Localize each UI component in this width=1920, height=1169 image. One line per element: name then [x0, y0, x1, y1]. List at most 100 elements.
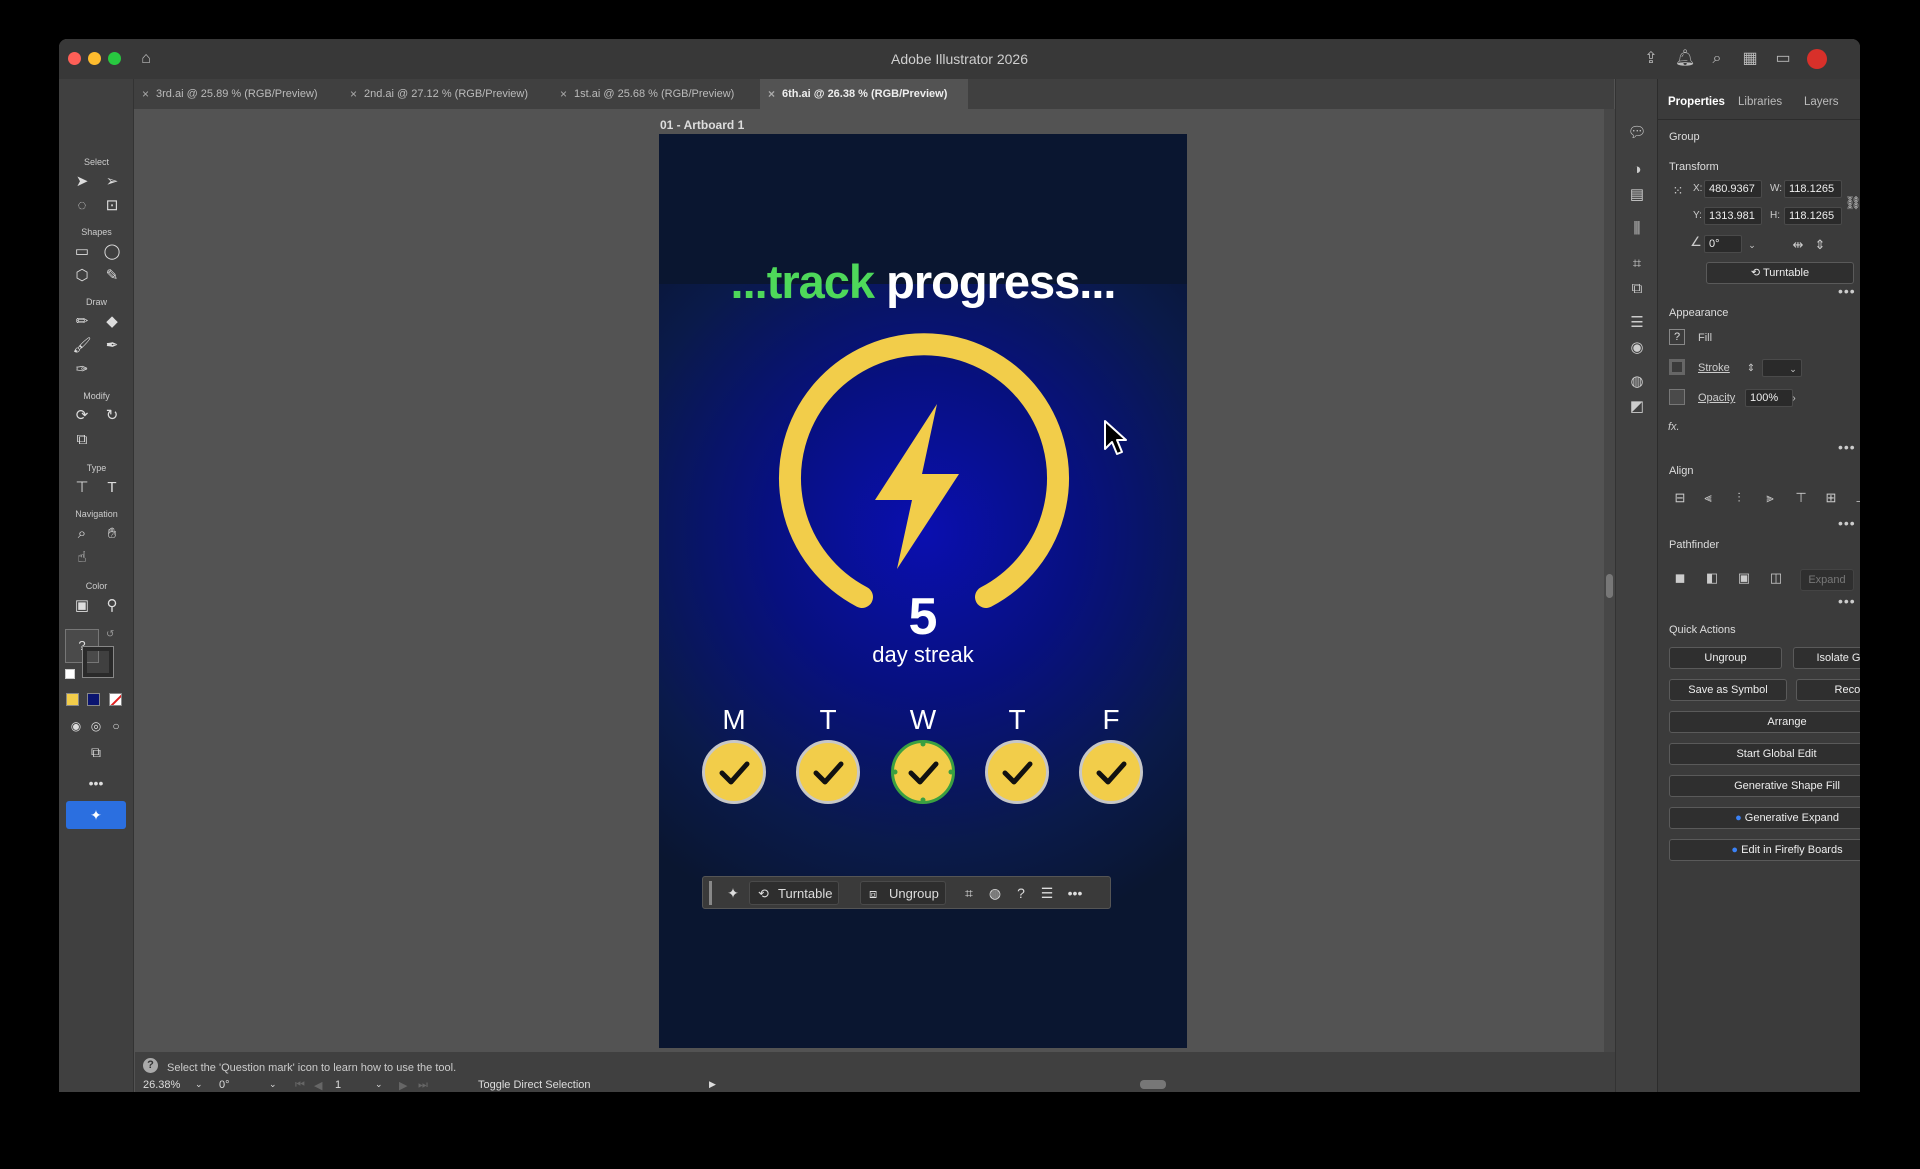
turntable-button[interactable]: ⟲ Turntable	[749, 881, 840, 905]
rotation-value[interactable]: 0°	[219, 1079, 230, 1091]
menu-icon[interactable]: ☰	[1035, 881, 1059, 905]
paintbrush-tool-icon[interactable]: 🖌︎	[71, 335, 93, 357]
ungroup-button[interactable]: ⧈ Ungroup	[860, 881, 946, 905]
drag-handle[interactable]	[709, 881, 712, 905]
start-global-edit-button[interactable]: Start Global Edit	[1669, 743, 1860, 765]
stroke-color-swatch[interactable]	[1669, 359, 1685, 375]
turntable-panel-button[interactable]: ⟲ Turntable	[1706, 262, 1854, 284]
artboard-tool-icon[interactable]: ⊡	[101, 195, 123, 217]
unite-icon[interactable]: ◼	[1670, 568, 1690, 588]
image-trace-icon[interactable]: ◩	[1625, 395, 1649, 419]
generative-ai-icon[interactable]: ✦	[721, 881, 745, 905]
align-to-icon[interactable]: ⊟	[1670, 488, 1690, 508]
pathfinder-panel-icon[interactable]: ⧉	[1625, 277, 1649, 301]
draw-normal-icon[interactable]: ◉	[65, 715, 87, 737]
fill-color-swatch[interactable]: ?	[1669, 329, 1685, 345]
expand-button[interactable]: Expand	[1800, 569, 1854, 591]
last-artboard-icon[interactable]: ⏭	[418, 1079, 428, 1092]
graphic-styles-icon[interactable]: ◍	[1625, 370, 1649, 394]
align-top-icon[interactable]: ⊤	[1791, 488, 1811, 508]
h-scroll-thumb[interactable]	[1140, 1080, 1166, 1089]
arrange-button[interactable]: Arrange	[1669, 711, 1860, 733]
appearance-more-icon[interactable]: •••	[1838, 439, 1856, 455]
align-more-icon[interactable]: •••	[1838, 515, 1856, 531]
tab-properties[interactable]: Properties	[1668, 96, 1725, 108]
stroke-stepper-icon[interactable]: ⇕	[1741, 359, 1761, 379]
tab-layers[interactable]: Layers	[1804, 96, 1839, 108]
rotate-tool-icon[interactable]: ↻	[101, 405, 123, 427]
ungroup-panel-button[interactable]: Ungroup	[1669, 647, 1782, 669]
share-icon[interactable]: ⇪	[1639, 47, 1663, 71]
close-tab-icon[interactable]: ×	[768, 79, 775, 109]
scroll-thumb[interactable]	[1606, 574, 1613, 598]
comments-icon[interactable]: 💬︎	[1625, 121, 1649, 145]
align-center-icon[interactable]: ⫶	[1729, 488, 1749, 508]
gradient-mode-swatch[interactable]	[87, 693, 100, 706]
selection-tool-icon[interactable]: ➤	[71, 171, 93, 193]
x-field[interactable]: 480.9367	[1704, 180, 1762, 198]
align-panel-icon[interactable]: ⫼	[1625, 217, 1649, 241]
next-artboard-icon[interactable]: ▶	[399, 1079, 407, 1092]
ellipse-tool-icon[interactable]: ◯	[101, 241, 123, 263]
status-menu-icon[interactable]: ▶	[709, 1079, 716, 1090]
artboard[interactable]: ...track progress... 5 day streak M T W …	[659, 134, 1187, 1048]
align-bottom-icon[interactable]: ⊥	[1851, 488, 1860, 508]
draw-inside-icon[interactable]: ○	[105, 715, 127, 737]
stroke-dropdown-icon[interactable]: ⌄	[1783, 359, 1803, 379]
more-options-icon[interactable]: •••	[1063, 881, 1087, 905]
artboard-dropdown-icon[interactable]: ⌄	[375, 1079, 383, 1090]
notifications-icon[interactable]: 🔔︎	[1673, 47, 1697, 71]
exclude-icon[interactable]: ◫	[1766, 568, 1786, 588]
check-circle-wed-selected[interactable]	[891, 740, 955, 804]
tab-1st[interactable]: × 1st.ai @ 25.68 % (RGB/Preview)	[552, 79, 758, 109]
prev-artboard-icon[interactable]: ◀	[314, 1079, 322, 1092]
width-field[interactable]: 118.1265	[1784, 180, 1842, 198]
workspace-icon[interactable]: ▦	[1738, 47, 1762, 71]
height-field[interactable]: 118.1265	[1784, 207, 1842, 225]
angle-field[interactable]: 0°	[1704, 235, 1742, 253]
check-circle-thu[interactable]	[985, 740, 1049, 804]
polygon-tool-icon[interactable]: ⬡	[71, 265, 93, 287]
zoom-dropdown-icon[interactable]: ⌄	[195, 1079, 203, 1090]
zoom-tool-icon[interactable]: ⌕	[71, 523, 93, 545]
edit-toolbar-icon[interactable]: •••	[85, 772, 107, 794]
opacity-label[interactable]: Opacity	[1698, 392, 1735, 404]
search-icon[interactable]: ⌕	[1705, 47, 1729, 71]
recolor-icon[interactable]: ◍	[983, 881, 1007, 905]
generative-expand-button[interactable]: ● Generative Expand	[1669, 807, 1860, 829]
pencil-tool-icon[interactable]: ✏	[71, 311, 93, 333]
reference-point-icon[interactable]: ⁙	[1668, 181, 1688, 201]
help-button[interactable]: ?	[1009, 881, 1033, 905]
shape-builder-tool-icon[interactable]: ⧉	[71, 429, 93, 451]
none-mode-swatch[interactable]	[109, 693, 122, 706]
pathfinder-more-icon[interactable]: •••	[1838, 593, 1856, 609]
appearance-panel-icon[interactable]: ◉	[1625, 336, 1649, 360]
constrain-proportions-icon[interactable]: ⛓	[1843, 193, 1860, 213]
flip-horizontal-icon[interactable]: ⇹	[1788, 235, 1808, 255]
shaper-tool-icon[interactable]: ✎	[101, 265, 123, 287]
align-right-icon[interactable]: ⫸	[1760, 488, 1780, 508]
save-as-symbol-button[interactable]: Save as Symbol	[1669, 679, 1787, 701]
user-avatar[interactable]	[1805, 47, 1829, 71]
color-panel-icon[interactable]: ◑	[1625, 158, 1649, 182]
intersect-icon[interactable]: ▣	[1734, 568, 1754, 588]
horizontal-scrollbar[interactable]	[725, 1079, 1585, 1089]
artboard-number[interactable]: 1	[335, 1079, 341, 1091]
check-circle-fri[interactable]	[1079, 740, 1143, 804]
opacity-expand-icon[interactable]: ›	[1784, 389, 1804, 409]
fx-label[interactable]: fx.	[1668, 421, 1680, 433]
generative-shape-fill-button[interactable]: Generative Shape Fill	[1669, 775, 1860, 797]
recolor-button[interactable]: Recolor	[1796, 679, 1860, 701]
screen-mode-icon[interactable]: ⧉	[85, 741, 107, 763]
rectangle-tool-icon[interactable]: ▭	[71, 241, 93, 263]
stroke-label[interactable]: Stroke	[1698, 362, 1730, 374]
curvature-tool-icon[interactable]: ✑	[71, 359, 93, 381]
y-field[interactable]: 1313.981	[1704, 207, 1762, 225]
close-tab-icon[interactable]: ×	[560, 79, 567, 109]
flip-vertical-icon[interactable]: ⇕	[1810, 235, 1830, 255]
check-circle-mon[interactable]	[702, 740, 766, 804]
hand-tool-icon[interactable]: ✋︎	[101, 523, 123, 545]
minus-front-icon[interactable]: ◧	[1702, 568, 1722, 588]
close-tab-icon[interactable]: ×	[142, 79, 149, 109]
generative-ai-icon[interactable]: ✦	[66, 801, 126, 829]
